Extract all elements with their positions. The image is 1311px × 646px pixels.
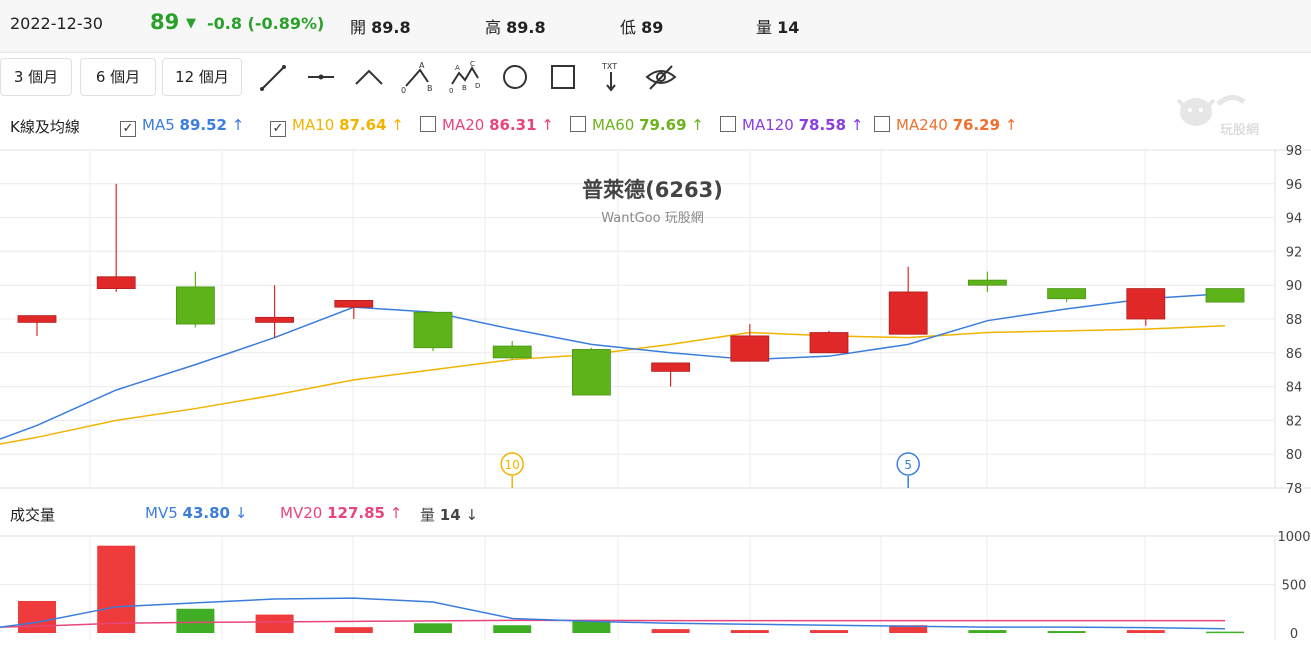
volume-tick-500: 500 xyxy=(1282,579,1307,594)
volume-bar-2 xyxy=(176,608,215,633)
price-tick-94: 94 xyxy=(1286,212,1303,227)
price-tick-84: 84 xyxy=(1286,381,1303,396)
price-tick-86: 86 xyxy=(1286,347,1303,362)
volume-bar-5 xyxy=(414,623,452,633)
candle-body-3 xyxy=(255,316,295,323)
volume-tick-0: 0 xyxy=(1290,627,1298,642)
candle-body-15 xyxy=(1205,288,1245,303)
volume-bar-1 xyxy=(97,545,136,633)
candle-body-12 xyxy=(968,279,1007,286)
chart-title: 普萊德(6263) xyxy=(582,178,723,202)
volume-bar-3 xyxy=(255,614,294,633)
candle-body-7 xyxy=(572,349,611,396)
candle-body-6 xyxy=(492,345,532,359)
price-tick-78: 78 xyxy=(1286,482,1303,497)
price-tick-98: 98 xyxy=(1286,144,1303,159)
price-tick-90: 90 xyxy=(1286,279,1303,294)
volume-bar-12 xyxy=(968,630,1007,633)
volume-bar-14 xyxy=(1126,630,1165,633)
price-tick-92: 92 xyxy=(1286,245,1303,260)
volume-bar-6 xyxy=(493,625,532,633)
volume-bar-4 xyxy=(334,627,373,633)
volume-bar-15 xyxy=(1206,631,1244,634)
candle-body-0 xyxy=(17,315,57,323)
chart-subtitle: WantGoo 玩股網 xyxy=(601,211,704,226)
marker-label-5: 5 xyxy=(904,458,912,472)
price-tick-88: 88 xyxy=(1286,313,1303,328)
candle-body-13 xyxy=(1047,288,1086,300)
price-tick-82: 82 xyxy=(1286,414,1303,429)
volume-bar-10 xyxy=(810,630,848,633)
candle-body-11 xyxy=(888,291,928,335)
volume-bar-13 xyxy=(1047,631,1086,633)
volume-bar-9 xyxy=(730,630,769,633)
candle-body-14 xyxy=(1126,288,1166,320)
volume-tick-1000: 1000 xyxy=(1277,530,1310,545)
volume-bar-8 xyxy=(651,629,690,633)
candle-body-2 xyxy=(175,286,215,325)
candle-body-1 xyxy=(96,276,136,289)
candle-body-9 xyxy=(730,335,770,362)
price-volume-chart[interactable]: 98 96 94 92 90 88 86 84 82 80 78 1000 500 0 10 5 xyxy=(0,0,1311,646)
volume-bar-0 xyxy=(18,600,56,633)
candle-body-8 xyxy=(651,362,690,372)
candle-body-10 xyxy=(809,332,849,354)
price-tick-96: 96 xyxy=(1286,178,1303,193)
ma10-line xyxy=(0,325,1226,445)
candle-body-4 xyxy=(334,300,374,308)
candle-body-5 xyxy=(413,311,453,349)
price-tick-80: 80 xyxy=(1286,448,1303,463)
marker-label-10: 10 xyxy=(505,458,520,472)
